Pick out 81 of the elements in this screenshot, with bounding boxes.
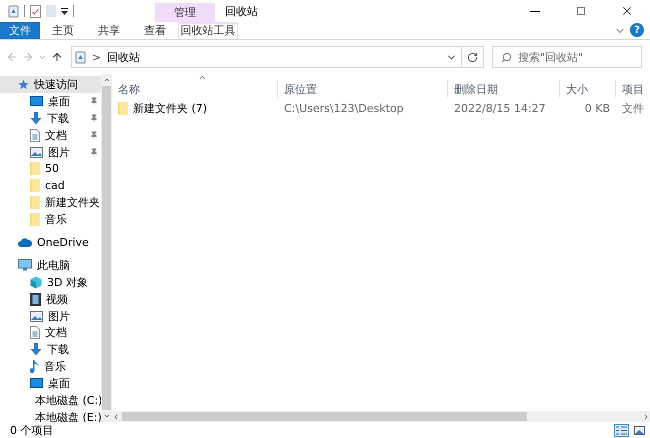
search-input[interactable]: 搜索"回收站" bbox=[518, 50, 628, 64]
picture-icon bbox=[30, 146, 43, 158]
nav-item[interactable]: 本地磁盘 (E:) bbox=[0, 408, 101, 422]
folder-icon bbox=[118, 102, 128, 114]
nav-item[interactable]: 3D 对象 bbox=[0, 274, 101, 291]
star-icon bbox=[18, 78, 29, 90]
ribbon-tab[interactable]: 回收站工具 bbox=[178, 22, 238, 39]
breadcrumb-separator: > bbox=[92, 50, 102, 64]
item-count: 0 个项目 bbox=[10, 422, 54, 438]
large-icons-view-button[interactable] bbox=[632, 424, 647, 436]
picture-icon bbox=[30, 310, 43, 322]
horizontal-scrollbar[interactable] bbox=[112, 411, 650, 422]
ribbon-tab[interactable]: 查看 bbox=[132, 22, 178, 39]
document-icon bbox=[30, 128, 40, 142]
details-view-button[interactable] bbox=[614, 424, 629, 436]
address-bar[interactable]: > 回收站 bbox=[71, 46, 462, 68]
cloud-icon bbox=[18, 238, 32, 247]
ribbon-tab[interactable]: 共享 bbox=[86, 22, 132, 39]
recycle-bin-icon bbox=[75, 50, 86, 64]
desktop-icon bbox=[30, 96, 43, 107]
desktop-icon bbox=[30, 378, 43, 390]
address-path: 回收站 bbox=[107, 50, 142, 64]
nav-item[interactable]: 视频 bbox=[0, 290, 101, 308]
nav-item[interactable]: 新建文件夹 bbox=[0, 194, 101, 212]
nav-item[interactable]: 图片 bbox=[0, 144, 101, 160]
download-arrow-icon bbox=[30, 112, 42, 125]
scroll-down-icon[interactable] bbox=[102, 412, 110, 420]
table-cell-text: C:\Users\123\Desktop bbox=[283, 102, 405, 114]
nav-item[interactable]: 下载 bbox=[0, 341, 101, 358]
scroll-right-icon[interactable] bbox=[642, 412, 650, 420]
nav-item[interactable]: 音乐 bbox=[0, 211, 101, 228]
scroll-left-icon[interactable] bbox=[112, 412, 120, 420]
table-cell-text: 0 KB bbox=[584, 102, 611, 114]
table-cell-text: 2022/8/15 14:27 bbox=[453, 102, 547, 114]
column-header[interactable]: 原位置 bbox=[278, 80, 448, 98]
minimize-icon bbox=[530, 10, 540, 12]
file-tab[interactable]: 文件 bbox=[0, 22, 40, 39]
folder-icon bbox=[30, 179, 40, 192]
folder-icon bbox=[30, 213, 40, 226]
cube-icon bbox=[30, 276, 42, 289]
vertical-scrollbar[interactable] bbox=[101, 74, 112, 422]
music-note-icon bbox=[30, 360, 39, 374]
up-button[interactable] bbox=[51, 51, 63, 63]
nav-item[interactable]: OneDrive bbox=[0, 234, 101, 251]
document-icon bbox=[30, 326, 40, 340]
recycle-bin-icon bbox=[8, 4, 19, 18]
context-tab-header: 管理 bbox=[155, 3, 215, 22]
search-icon bbox=[501, 52, 512, 62]
column-header[interactable]: 删除日期 bbox=[448, 80, 560, 98]
film-icon bbox=[30, 292, 41, 306]
table-cell[interactable]: 新建文件夹 (7) bbox=[112, 100, 278, 116]
properties-icon[interactable] bbox=[30, 4, 41, 18]
nav-item[interactable]: cad bbox=[0, 177, 101, 194]
column-header[interactable]: 名称 bbox=[112, 80, 278, 98]
nav-item[interactable]: 音乐 bbox=[0, 358, 101, 376]
column-header[interactable]: 大小 bbox=[560, 80, 616, 98]
nav-item[interactable]: 下载 bbox=[0, 110, 101, 127]
folder-icon bbox=[30, 162, 40, 176]
refresh-button[interactable] bbox=[462, 46, 484, 68]
nav-item[interactable]: 快速访问 bbox=[0, 76, 101, 93]
ribbon-tab[interactable]: 主页 bbox=[40, 22, 86, 39]
nav-item[interactable]: 50 bbox=[0, 160, 101, 178]
sort-caret-icon bbox=[198, 73, 207, 82]
nav-item[interactable]: 文档 bbox=[0, 324, 101, 342]
window-title: 回收站 bbox=[224, 4, 259, 20]
nav-item[interactable]: 此电脑 bbox=[0, 256, 101, 274]
folder-icon bbox=[30, 196, 40, 210]
nav-item[interactable]: 桌面 bbox=[0, 92, 101, 110]
help-button[interactable]: ? bbox=[630, 23, 644, 37]
dropdown-icon[interactable] bbox=[61, 8, 68, 14]
table-cell-text: 文件 bbox=[621, 100, 645, 116]
scroll-up-icon[interactable] bbox=[102, 76, 110, 84]
nav-item[interactable]: 图片 bbox=[0, 308, 101, 324]
monitor-icon bbox=[18, 259, 32, 272]
column-header[interactable]: 项目 bbox=[616, 80, 650, 98]
maximize-icon bbox=[576, 6, 586, 16]
nav-item[interactable]: 桌面 bbox=[0, 375, 101, 392]
refresh-icon bbox=[467, 52, 478, 62]
search-box[interactable]: 搜索"回收站" bbox=[492, 46, 642, 68]
download-arrow-icon bbox=[30, 343, 42, 356]
nav-item[interactable]: 文档 bbox=[0, 126, 101, 144]
